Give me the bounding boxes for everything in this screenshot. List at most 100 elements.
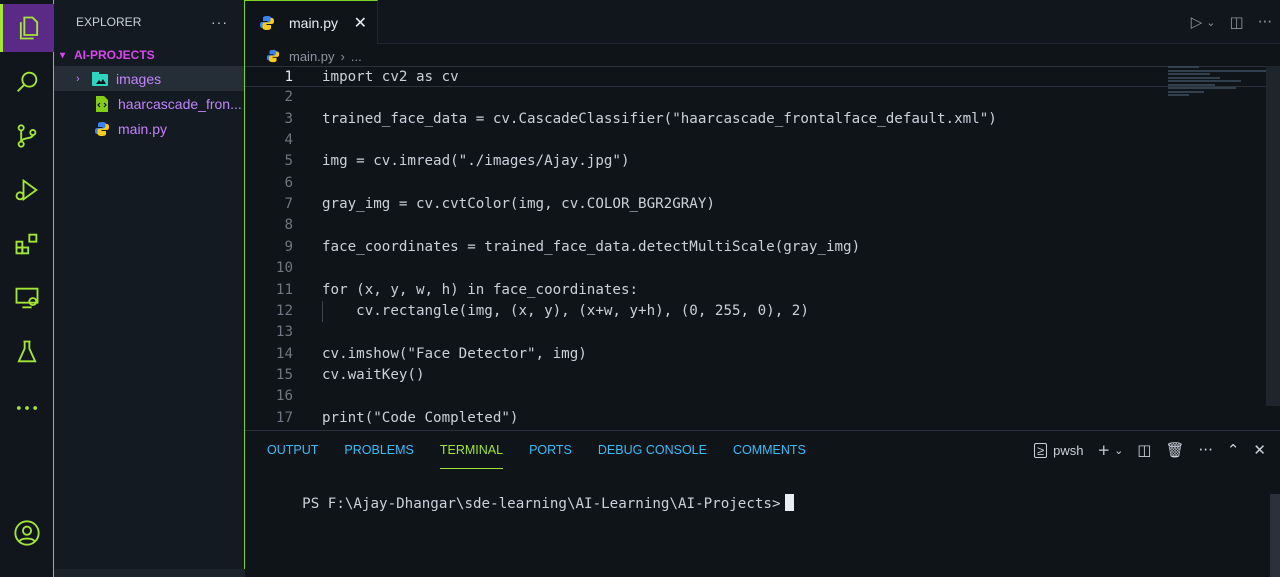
line-number: 15 [275,366,293,383]
explorer-sidebar: EXPLORER ··· ▾ AI-PROJECTS › images haar… [54,0,245,577]
line-number: 1 [284,69,293,85]
split-editor-icon[interactable]: ◫ [1230,13,1244,31]
terminal-scrollbar[interactable] [1270,494,1280,577]
tab-terminal[interactable]: TERMINAL [439,431,504,469]
close-panel-icon[interactable]: ✕ [1253,441,1266,459]
code-line[interactable]: 15 cv.waitKey() [245,365,1280,386]
explorer-header: EXPLORER ··· [54,0,244,44]
code-editor[interactable]: 1 import cv2 as cv 2 3 trained_face_data = c… [245,66,1280,430]
breadcrumb-symbol[interactable]: ... [351,49,362,64]
line-number: 17 [275,409,293,426]
source-control-icon[interactable] [0,112,54,160]
terminal-prompt-line[interactable]: PS F:\Ajay-Dhangar\sde-learning\AI-Learn… [268,478,794,528]
tab-debug-console[interactable]: DEBUG CONSOLE [598,431,707,469]
bottom-panel: OUTPUT PROBLEMS TERMINAL PORTS DEBUG CON… [245,430,1280,577]
tab-problems[interactable]: PROBLEMS [344,431,413,469]
line-number: 5 [284,153,293,170]
chevron-down-icon[interactable]: ⌄ [1206,16,1215,29]
line-number: 10 [275,260,293,277]
breadcrumb-file[interactable]: main.py [289,49,335,64]
search-icon[interactable] [0,58,54,106]
code-line[interactable]: 4 [245,130,1280,151]
editor-tabs: main.py ✕ ▷ ⌄ ◫ ··· [245,0,1280,44]
code-line[interactable]: 2 [245,87,1280,108]
code-line[interactable]: 3 trained_face_data = cv.CascadeClassifie… [245,109,1280,130]
code-line[interactable]: 12 cv.rectangle(img, (x, y), (x+w, y+h),… [245,300,1280,323]
code-line[interactable]: 16 [245,386,1280,407]
more-icon[interactable] [0,384,54,432]
line-number: 2 [284,89,293,106]
line-number: 3 [284,110,293,127]
project-folder[interactable]: ▾ AI-PROJECTS [54,44,244,66]
chevron-right-icon: › [76,72,80,85]
terminal-profile[interactable]: ≥ pwsh [1034,442,1084,458]
line-number: 6 [284,174,293,191]
more-actions-icon[interactable]: ··· [1199,441,1213,459]
code-line[interactable]: 5 img = cv.imread("./images/Ajay.jpg") [245,151,1280,172]
line-number: 13 [275,324,293,341]
tree-item-label: haarcascade_fron... [118,95,242,112]
run-icon[interactable]: ▷ [1191,13,1203,31]
code-line[interactable]: 13 [245,322,1280,343]
maximize-panel-icon[interactable]: ⌃ [1227,441,1240,459]
account-icon[interactable] [0,509,54,557]
tree-item-haarcascade[interactable]: haarcascade_fron... [54,91,244,116]
tab-output[interactable]: OUTPUT [267,431,318,469]
line-number: 4 [284,132,293,149]
code-line[interactable]: 6 [245,173,1280,194]
remote-explorer-icon[interactable] [0,274,54,322]
breadcrumb: main.py › ... [265,44,362,68]
code-line[interactable]: 10 [245,258,1280,279]
code-text: for (x, y, w, h) in face_coordinates: [322,281,639,298]
python-file-icon [265,48,281,64]
outline-section[interactable] [54,569,245,577]
code-line[interactable]: 11 for (x, y, w, h) in face_coordinates: [245,280,1280,301]
explorer-icon[interactable] [0,4,54,52]
line-number: 9 [284,238,293,255]
run-debug-icon[interactable] [0,166,54,214]
line-number: 11 [275,281,293,298]
split-terminal-icon[interactable]: ◫ [1137,441,1151,459]
line-number: 14 [275,345,293,362]
minimap[interactable] [1168,66,1272,106]
new-terminal-icon[interactable]: + [1098,441,1111,459]
close-icon[interactable]: ✕ [354,13,367,32]
code-line[interactable]: 14 cv.imshow("Face Detector", img) [245,344,1280,365]
editor-scrollbar[interactable] [1266,66,1280,430]
code-line[interactable]: 7 gray_img = cv.cvtColor(img, cv.COLOR_BG… [245,194,1280,215]
python-file-icon [94,121,110,137]
code-text: import cv2 as cv [322,69,459,85]
xml-file-icon [94,95,110,112]
chevron-down-icon[interactable]: ⌄ [1114,444,1123,457]
code-line[interactable]: 9 face_coordinates = trained_face_data.de… [245,237,1280,258]
more-actions-icon[interactable]: ··· [1258,13,1272,31]
testing-icon[interactable] [0,328,54,376]
code-line[interactable]: 17 print("Code Completed") [245,408,1280,429]
tree-item-main-py[interactable]: main.py [54,116,244,141]
activity-bar [0,0,54,577]
terminal-shell-label: pwsh [1053,442,1084,458]
code-text: face_coordinates = trained_face_data.det… [322,238,861,255]
terminal-icon: ≥ [1034,442,1048,458]
chevron-down-icon: ▾ [60,49,66,61]
tab-main-py[interactable]: main.py ✕ [245,0,378,44]
code-text: trained_face_data = cv.CascadeClassifier… [322,110,997,127]
panel-tabs: OUTPUT PROBLEMS TERMINAL PORTS DEBUG CON… [267,431,806,469]
line-number: 12 [275,302,293,319]
tab-ports[interactable]: PORTS [529,431,572,469]
extensions-icon[interactable] [0,220,54,268]
trash-icon[interactable]: 🗑 [1165,441,1184,459]
project-folder-label: AI-PROJECTS [74,48,155,62]
explorer-more-button[interactable]: ··· [211,14,228,30]
tab-comments[interactable]: COMMENTS [733,431,806,469]
code-text: gray_img = cv.cvtColor(img, cv.COLOR_BGR… [322,196,715,213]
image-folder-icon [92,71,108,87]
terminal-cursor [784,494,794,511]
breadcrumb-separator: › [340,48,345,64]
panel-actions: ≥ pwsh + ⌄ ◫ 🗑 ··· ⌃ ✕ [1034,431,1266,469]
tree-item-images[interactable]: › images [54,66,244,91]
code-line[interactable]: 1 import cv2 as cv [245,66,1280,88]
code-text: cv.waitKey() [322,366,425,383]
code-line[interactable]: 8 [245,215,1280,236]
code-text: cv.rectangle(img, (x, y), (x+w, y+h), (0… [322,302,809,319]
